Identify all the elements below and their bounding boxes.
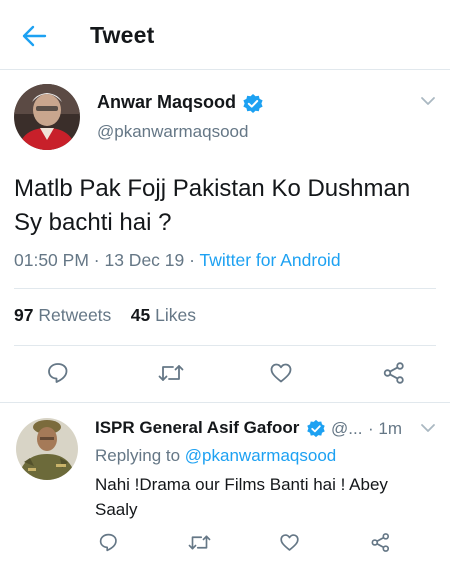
retweets-stat[interactable]: 97 Retweets [14,305,111,325]
tweet-date: 13 Dec 19 [104,250,185,270]
avatar[interactable] [14,84,80,150]
meta-separator: · [93,250,100,270]
divider [14,288,436,289]
chevron-down-icon [421,424,435,432]
reply-author-name[interactable]: ISPR General Asif Gafoor [95,418,299,438]
replying-prefix: Replying to [95,446,181,465]
tweet-time: 01:50 PM [14,250,89,270]
like-button[interactable] [266,358,296,388]
meta-separator: · [189,250,195,270]
author-name[interactable]: Anwar Maqsood [97,92,236,113]
reply-more-options-button[interactable] [420,421,436,439]
retweet-icon [158,365,184,381]
replying-to-mention[interactable]: @pkanwarmaqsood [185,446,336,465]
share-icon [383,362,404,384]
avatar-image [14,84,80,150]
reply-icon [48,363,68,383]
tweet-timestamp: 01:50 PM · 13 Dec 19 · Twitter for Andro… [14,250,341,271]
like-icon [270,363,292,383]
divider [0,402,450,403]
retweet-icon [188,535,210,549]
more-options-button[interactable] [420,94,436,112]
like-icon [279,533,299,551]
engagement-stats: 97 Retweets 45 Likes [14,305,196,326]
tweet-text: Matlb Pak Fojj Pakistan Ko Dushman Sy ba… [14,175,411,236]
share-icon [371,532,389,552]
verified-badge-icon [306,419,326,444]
reply-time-value: 1m [378,419,403,438]
retweet-button[interactable] [156,358,186,388]
reply-button[interactable] [43,358,73,388]
divider [14,345,436,346]
reply-icon [99,533,117,551]
retweets-label: Retweets [38,305,112,325]
likes-count: 45 [130,305,151,325]
chevron-down-icon [421,97,435,105]
reply-avatar[interactable] [16,418,78,480]
tweet-source-link[interactable]: Twitter for Android [200,250,341,270]
likes-label: Likes [155,305,196,325]
reply-text: Nahi !Drama our Films Banti hai ! Abey S… [95,475,388,519]
reply-share-button[interactable] [365,527,395,557]
author-handle[interactable]: @pkanwarmaqsood [97,122,248,142]
reply-author-handle[interactable]: @... [331,419,362,439]
top-bar: Tweet [0,0,450,70]
verified-badge-icon [242,93,264,120]
reply-time: · 1m [368,419,403,438]
arrow-left-icon [22,25,47,47]
avatar-image [16,418,78,480]
retweets-count: 97 [14,305,34,325]
back-button[interactable] [16,20,52,52]
share-button[interactable] [379,358,409,388]
reply-retweet-button[interactable] [184,527,214,557]
likes-stat[interactable]: 45 Likes [131,305,196,325]
reply-like-button[interactable] [274,527,304,557]
reply-reply-button[interactable] [93,527,123,557]
replying-to: Replying to @pkanwarmaqsood [95,446,336,466]
page-title: Tweet [90,22,155,48]
